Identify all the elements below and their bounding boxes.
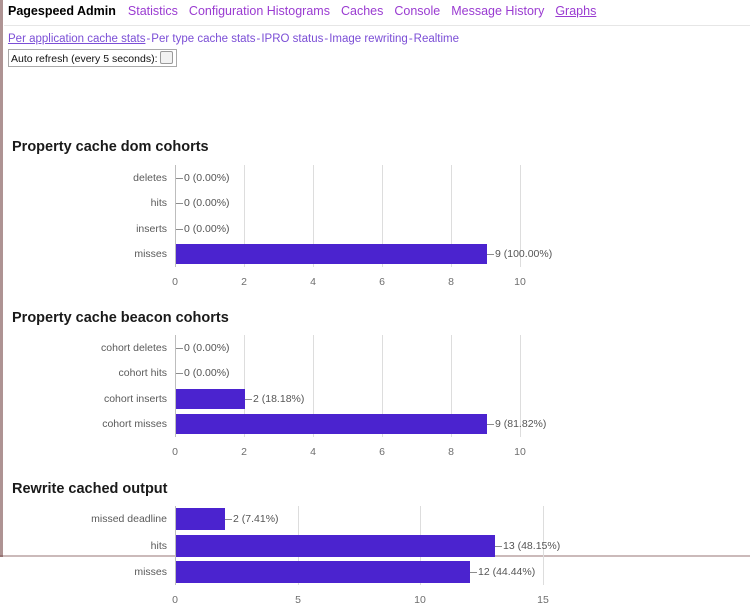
auto-refresh-control[interactable]: Auto refresh (every 5 seconds): (8, 49, 178, 67)
value-label: 0 (0.00%) (184, 197, 230, 209)
x-axis-tick-label: 10 (514, 276, 526, 288)
auto-refresh-checkbox[interactable] (160, 51, 174, 64)
subnav-item-image-rewriting[interactable]: Image rewriting (329, 33, 408, 45)
subnav-separator: - (256, 33, 261, 45)
value-label: 9 (81.82%) (495, 418, 547, 430)
x-axis-tick-label: 5 (295, 594, 301, 606)
x-axis-tick-label: 15 (537, 594, 549, 606)
value-label: 0 (0.00%) (184, 172, 230, 184)
category-label: inserts (136, 223, 167, 235)
page-root: Pagespeed Admin Statistics Configuration H… (4, 0, 750, 606)
x-axis-tick-label: 2 (241, 446, 247, 458)
value-leader-line (245, 399, 252, 400)
x-axis-tick-label: 0 (172, 276, 178, 288)
value-label: 2 (7.41%) (233, 513, 279, 525)
x-axis-tick-label: 2 (241, 276, 247, 288)
category-label: hits (150, 540, 167, 552)
subnav-separator: - (408, 33, 413, 45)
x-axis-tick-label: 0 (172, 446, 178, 458)
value-label: 0 (0.00%) (184, 342, 230, 354)
auto-refresh-label: Auto refresh (every 5 seconds): (11, 53, 158, 65)
value-leader-line (225, 519, 232, 520)
nav-item-message-history[interactable]: Message History (451, 4, 544, 18)
value-label: 13 (48.15%) (503, 540, 561, 552)
category-label: cohort misses (102, 418, 167, 430)
category-label: misses (134, 248, 167, 260)
nav-item-statistics[interactable]: Statistics (128, 4, 178, 18)
value-leader-line (176, 178, 183, 179)
x-axis-tick-label: 4 (310, 276, 316, 288)
nav-item-configuration-histograms[interactable]: Configuration Histograms (189, 4, 330, 18)
value-label: 9 (100.00%) (495, 248, 553, 260)
app-title: Pagespeed Admin (8, 4, 116, 18)
bar (176, 508, 225, 530)
subnav-item-per-type-cache-stats[interactable]: Per type cache stats (151, 33, 255, 45)
nav-item-caches[interactable]: Caches (341, 4, 383, 18)
chart-title: Property cache beacon cohorts (12, 310, 229, 326)
x-axis-tick-label: 10 (414, 594, 426, 606)
value-label: 12 (44.44%) (478, 566, 536, 578)
main-navigation: Pagespeed Admin Statistics Configuration H… (4, 0, 750, 24)
x-axis-tick-label: 6 (379, 446, 385, 458)
x-axis-tick-label: 0 (172, 594, 178, 606)
subnav-item-per-application-cache-stats[interactable]: Per application cache stats (8, 33, 145, 45)
bar (176, 414, 487, 434)
chart-title: Property cache dom cohorts (12, 139, 209, 155)
nav-item-console[interactable]: Console (394, 4, 440, 18)
bar (176, 244, 487, 264)
x-axis-tick-label: 6 (379, 276, 385, 288)
category-label: cohort inserts (103, 393, 167, 405)
category-label: cohort deletes (101, 342, 167, 354)
category-label: missed deadline (91, 513, 167, 525)
window-left-border (0, 0, 3, 557)
value-leader-line (176, 373, 183, 374)
value-label: 0 (0.00%) (184, 367, 230, 379)
bar (176, 561, 470, 583)
subnav-item-ipro-status[interactable]: IPRO status (261, 33, 323, 45)
x-axis-tick-label: 4 (310, 446, 316, 458)
sub-navigation: Per application cache stats-Per type cac… (4, 26, 750, 46)
value-label: 2 (18.18%) (253, 393, 305, 405)
nav-item-graphs[interactable]: Graphs (555, 4, 596, 18)
category-label: misses (134, 566, 167, 578)
bar (176, 389, 245, 409)
category-label: deletes (133, 172, 167, 184)
subnav-separator: - (146, 33, 151, 45)
chart-title: Rewrite cached output (12, 481, 168, 497)
x-axis-tick-label: 8 (448, 276, 454, 288)
value-leader-line (487, 254, 494, 255)
value-leader-line (176, 348, 183, 349)
value-leader-line (470, 572, 477, 573)
bar (176, 535, 495, 557)
value-leader-line (487, 424, 494, 425)
x-axis-tick-label: 8 (448, 446, 454, 458)
value-leader-line (176, 229, 183, 230)
category-label: cohort hits (118, 367, 167, 379)
value-leader-line (495, 546, 502, 547)
value-leader-line (176, 203, 183, 204)
subnav-item-realtime[interactable]: Realtime (414, 33, 459, 45)
x-axis-tick-label: 10 (514, 446, 526, 458)
category-label: hits (150, 197, 167, 209)
value-label: 0 (0.00%) (184, 223, 230, 235)
subnav-separator: - (324, 33, 329, 45)
